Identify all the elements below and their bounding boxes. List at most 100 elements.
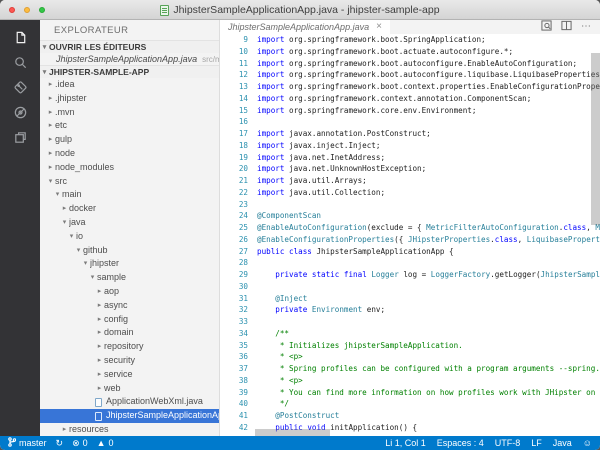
tree-item[interactable]: ApplicationWebXml.java — [40, 395, 219, 409]
error-count[interactable]: ⊗ 0 — [72, 438, 88, 448]
more-actions-icon[interactable]: ⋯ — [581, 24, 592, 30]
error-icon: ⊗ — [72, 439, 80, 448]
language-mode-indicator[interactable]: Java — [553, 438, 572, 448]
tree-item[interactable]: ▸web — [40, 382, 219, 396]
line-number: 22 — [220, 187, 257, 199]
tree-item[interactable]: ▸security — [40, 354, 219, 368]
line-number: 38 — [220, 375, 257, 387]
tree-item[interactable]: ▸resources — [40, 423, 219, 436]
tree-item[interactable]: ▸gulp — [40, 133, 219, 147]
line-number: 39 — [220, 387, 257, 399]
code-line[interactable]: 13import org.springframework.boot.contex… — [220, 81, 600, 93]
open-editor-item[interactable]: JhipsterSampleApplicationApp.javasrc/m..… — [40, 53, 219, 65]
tree-item-label: config — [104, 313, 128, 327]
tree-item-label: .mvn — [55, 106, 75, 120]
code-line[interactable]: 18import javax.inject.Inject; — [220, 140, 600, 152]
code-line[interactable]: 29 private static final Logger log = Log… — [220, 269, 600, 281]
debug-icon[interactable] — [0, 100, 40, 125]
code-line[interactable]: 24@ComponentScan — [220, 210, 600, 222]
tree-item-label: jhipster — [90, 257, 119, 271]
tree-item-label: node_modules — [55, 161, 114, 175]
line-number: 27 — [220, 246, 257, 258]
tree-item[interactable]: ▾sample — [40, 271, 219, 285]
code-line[interactable]: 9import org.springframework.boot.SpringA… — [220, 34, 600, 46]
code-line[interactable]: 14import org.springframework.context.ann… — [220, 93, 600, 105]
tree-item[interactable]: ▾jhipster — [40, 257, 219, 271]
tree-item[interactable]: ▸docker — [40, 202, 219, 216]
code-editor[interactable]: 9import org.springframework.boot.SpringA… — [220, 34, 600, 436]
open-editors-header[interactable]: ▾ OUVRIR LES ÉDITEURS — [40, 40, 219, 53]
tree-item[interactable]: ▸.jhipster — [40, 92, 219, 106]
extensions-icon[interactable] — [0, 125, 40, 150]
code-line[interactable]: 37 * Spring profiles can be configured w… — [220, 363, 600, 375]
tree-item[interactable]: ▾main — [40, 188, 219, 202]
git-branch-indicator[interactable]: master — [8, 437, 47, 449]
code-line[interactable]: 19import java.net.InetAddress; — [220, 152, 600, 164]
vertical-scrollbar[interactable] — [591, 53, 600, 225]
line-number: 11 — [220, 58, 257, 70]
tree-item[interactable]: ▸async — [40, 299, 219, 313]
tree-item[interactable]: ▾src — [40, 175, 219, 189]
tree-item-label: sample — [97, 271, 126, 285]
tree-item[interactable]: ▸domain — [40, 326, 219, 340]
explorer-icon[interactable] — [0, 25, 40, 50]
code-line[interactable]: 28 — [220, 257, 600, 269]
tree-item[interactable]: ▸node — [40, 147, 219, 161]
chevron-right-icon: ▸ — [46, 78, 55, 92]
code-line[interactable]: 27public class JhipsterSampleApplication… — [220, 246, 600, 258]
tree-item[interactable]: ▾java — [40, 216, 219, 230]
code-line[interactable]: 16 — [220, 116, 600, 128]
feedback-smiley-icon[interactable]: ☺ — [583, 439, 592, 448]
tree-item[interactable]: ▸.idea — [40, 78, 219, 92]
chevron-right-icon: ▸ — [46, 133, 55, 147]
code-line[interactable]: 26@EnableConfigurationProperties({ JHips… — [220, 234, 600, 246]
horizontal-scrollbar[interactable] — [255, 429, 330, 436]
cursor-position[interactable]: Li 1, Col 1 — [385, 438, 426, 448]
code-line[interactable]: 23 — [220, 199, 600, 211]
code-line[interactable]: 11import org.springframework.boot.autoco… — [220, 58, 600, 70]
code-line[interactable]: 38 * <p> — [220, 375, 600, 387]
git-branch-icon — [8, 437, 16, 449]
code-line[interactable]: 21import java.util.Arrays; — [220, 175, 600, 187]
project-section-header[interactable]: ▾ JHIPSTER-SAMPLE-APP — [40, 65, 219, 78]
code-line[interactable]: 33 — [220, 316, 600, 328]
close-tab-icon[interactable]: × — [376, 22, 382, 32]
tree-item[interactable]: ▸etc — [40, 119, 219, 133]
code-line[interactable]: 31 @Inject — [220, 293, 600, 305]
tree-item[interactable]: ▸service — [40, 368, 219, 382]
code-line[interactable]: 17import javax.annotation.PostConstruct; — [220, 128, 600, 140]
code-line[interactable]: 10import org.springframework.boot.actuat… — [220, 46, 600, 58]
tree-item[interactable]: ▾github — [40, 244, 219, 258]
tree-item[interactable]: ▸aop — [40, 285, 219, 299]
code-line[interactable]: 40 */ — [220, 398, 600, 410]
code-line[interactable]: 32 private Environment env; — [220, 304, 600, 316]
encoding-indicator[interactable]: UTF-8 — [495, 438, 521, 448]
code-line[interactable]: 22import java.util.Collection; — [220, 187, 600, 199]
code-line[interactable]: 20import java.net.UnknownHostException; — [220, 163, 600, 175]
tab-jhipster-sample-application-app[interactable]: JhipsterSampleApplicationApp.java × — [220, 20, 390, 34]
line-number: 30 — [220, 281, 257, 293]
source-control-git-icon[interactable] — [0, 75, 40, 100]
warning-count[interactable]: ▲ 0 — [97, 438, 114, 448]
sync-button[interactable]: ↻ — [56, 439, 64, 448]
code-line[interactable]: 30 — [220, 281, 600, 293]
tree-item[interactable]: JhipsterSampleApplicationApp.java — [40, 409, 219, 423]
code-line[interactable]: 36 * <p> — [220, 351, 600, 363]
code-line[interactable]: 41 @PostConstruct — [220, 410, 600, 422]
tree-item[interactable]: ▾io — [40, 230, 219, 244]
indentation-indicator[interactable]: Espaces : 4 — [437, 438, 484, 448]
tree-item[interactable]: ▸config — [40, 313, 219, 327]
tree-item[interactable]: ▸.mvn — [40, 106, 219, 120]
eol-indicator[interactable]: LF — [531, 438, 542, 448]
code-line[interactable]: 34 /** — [220, 328, 600, 340]
code-line[interactable]: 35 * Initializes jhipsterSampleApplicati… — [220, 340, 600, 352]
search-icon[interactable] — [0, 50, 40, 75]
code-line[interactable]: 25@EnableAutoConfiguration(exclude = { M… — [220, 222, 600, 234]
code-line[interactable]: 39 * You can find more information on ho… — [220, 387, 600, 399]
tree-item[interactable]: ▸node_modules — [40, 161, 219, 175]
code-line[interactable]: 15import org.springframework.core.env.En… — [220, 105, 600, 117]
line-number: 35 — [220, 340, 257, 352]
tree-item[interactable]: ▸repository — [40, 340, 219, 354]
chevron-right-icon: ▸ — [46, 161, 55, 175]
code-line[interactable]: 12import org.springframework.boot.autoco… — [220, 69, 600, 81]
